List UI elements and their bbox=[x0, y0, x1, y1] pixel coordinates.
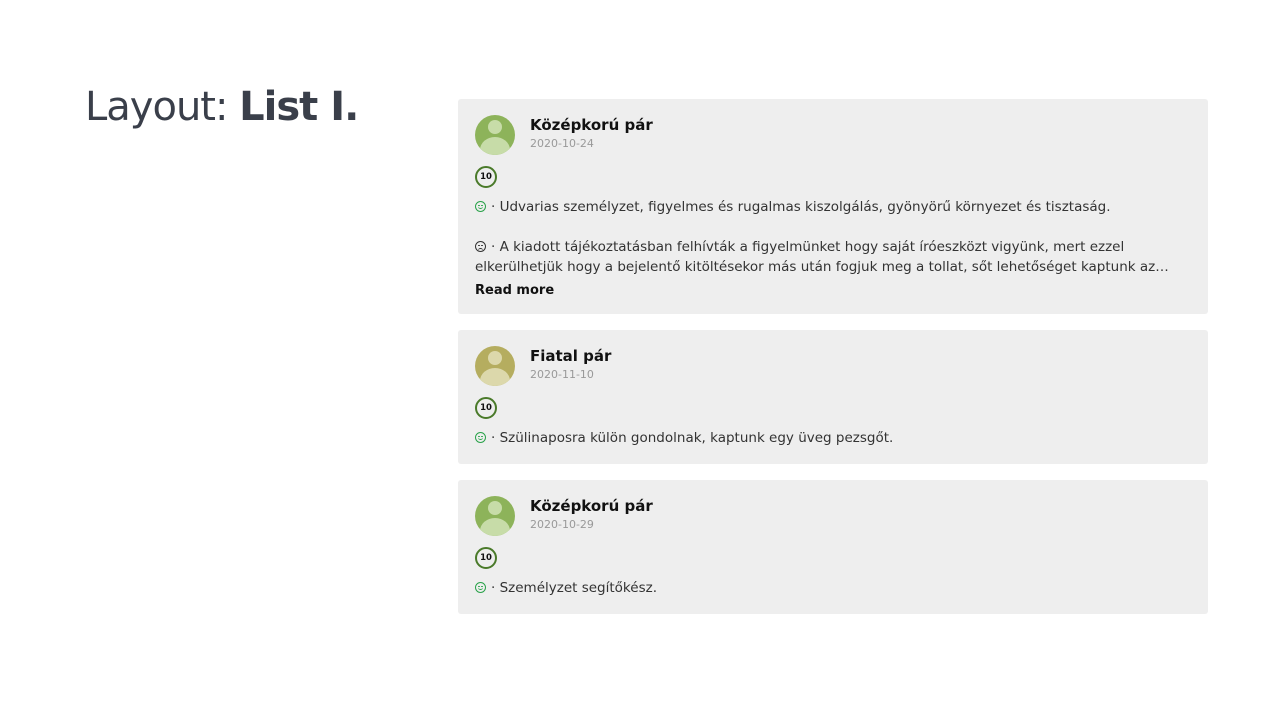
positive-comment: · Udvarias személyzet, figyelmes és ruga… bbox=[475, 197, 1191, 217]
reviewer-name: Középkorú pár bbox=[530, 497, 653, 515]
smile-icon bbox=[475, 582, 486, 593]
positive-comment: · Személyzet segítőkész. bbox=[475, 578, 1191, 598]
user-avatar-icon bbox=[475, 115, 515, 155]
user-avatar-icon bbox=[475, 346, 515, 386]
review-card: Középkorú pár 2020-10-29 10 · Személyzet… bbox=[458, 480, 1208, 614]
review-date: 2020-10-29 bbox=[530, 518, 594, 531]
score-badge: 10 bbox=[475, 547, 497, 569]
reviewer-name: Fiatal pár bbox=[530, 347, 612, 365]
negative-comment: · A kiadott tájékoztatásban felhívták a … bbox=[475, 237, 1191, 277]
score-badge: 10 bbox=[475, 397, 497, 419]
review-header: Középkorú pár 2020-10-24 bbox=[475, 115, 1191, 155]
reviewer-name: Középkorú pár bbox=[530, 116, 653, 134]
review-header: Középkorú pár 2020-10-29 bbox=[475, 496, 1191, 536]
smile-icon bbox=[475, 432, 486, 443]
reviewer-meta: Középkorú pár 2020-10-24 bbox=[530, 115, 653, 151]
negative-comment-text: · A kiadott tájékoztatásban felhívták a … bbox=[475, 239, 1156, 275]
negative-comment-text-wrap: · A kiadott tájékoztatásban felhívták a … bbox=[475, 237, 1191, 277]
score-badge: 10 bbox=[475, 166, 497, 188]
review-card: Középkorú pár 2020-10-24 10 · Udvarias s… bbox=[458, 99, 1208, 314]
smile-icon bbox=[475, 201, 486, 212]
review-date: 2020-10-24 bbox=[530, 137, 594, 150]
review-header: Fiatal pár 2020-11-10 bbox=[475, 346, 1191, 386]
positive-comment-text: · Személyzet segítőkész. bbox=[491, 580, 657, 596]
reviewer-meta: Középkorú pár 2020-10-29 bbox=[530, 496, 653, 532]
page-title: Layout: List I. bbox=[85, 84, 359, 130]
page-title-prefix: Layout: bbox=[85, 84, 240, 130]
review-card: Fiatal pár 2020-11-10 10 · Szülinaposra … bbox=[458, 330, 1208, 464]
positive-comment-text: · Szülinaposra külön gondolnak, kaptunk … bbox=[491, 430, 894, 446]
review-date: 2020-11-10 bbox=[530, 368, 594, 381]
reviewer-meta: Fiatal pár 2020-11-10 bbox=[530, 346, 611, 382]
user-avatar-icon bbox=[475, 496, 515, 536]
read-more-link[interactable]: Read more bbox=[475, 283, 554, 298]
frown-icon bbox=[475, 241, 486, 252]
review-list: Középkorú pár 2020-10-24 10 · Udvarias s… bbox=[458, 99, 1208, 630]
positive-comment-text: · Udvarias személyzet, figyelmes és ruga… bbox=[491, 199, 1111, 215]
positive-comment: · Szülinaposra külön gondolnak, kaptunk … bbox=[475, 428, 1191, 448]
page-title-strong: List I. bbox=[239, 84, 359, 130]
